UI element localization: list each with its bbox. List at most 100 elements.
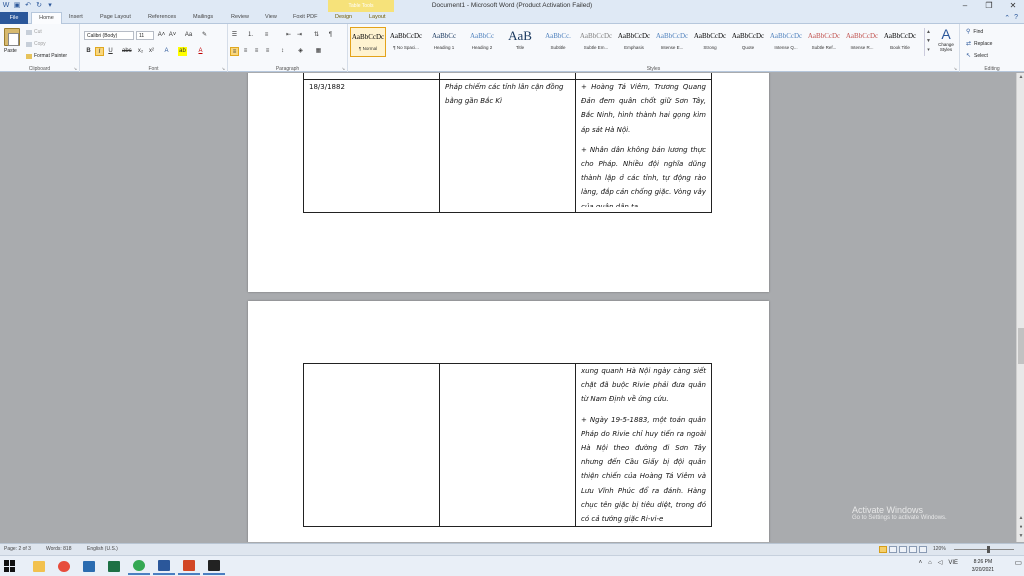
response-cell[interactable]: xung quanh Hà Nội ngày càng siết chặt đã…	[575, 362, 712, 528]
font-name-combo[interactable]: Calibri (Body)	[84, 31, 134, 40]
scroll-down-icon[interactable]: ▼	[1017, 532, 1024, 540]
superscript-icon[interactable]: x²	[147, 47, 156, 56]
tab-references[interactable]: References	[148, 14, 176, 20]
scroll-up-page-icon[interactable]: ▲	[1017, 514, 1024, 522]
taskbar-app-powerpoint[interactable]	[178, 558, 200, 575]
italic-icon[interactable]: I	[95, 47, 104, 56]
event-cell[interactable]: Pháp chiếm các tỉnh lân cận đồng bằng gầ…	[439, 79, 576, 213]
taskbar-app-excel[interactable]	[103, 558, 125, 575]
paste-button-label[interactable]: Paste	[4, 48, 17, 54]
word-count[interactable]: Words: 818	[46, 544, 71, 555]
tab-design[interactable]: Design	[335, 14, 352, 20]
web-layout-icon[interactable]	[899, 546, 907, 553]
tab-mailings[interactable]: Mailings	[193, 14, 213, 20]
style-item[interactable]: AaBbCcDc ¶ Normal	[350, 27, 386, 57]
multilevel-list-icon[interactable]: ≡	[262, 31, 271, 40]
history-table[interactable]: 18/3/1882 Pháp chiếm các tỉnh lân cận đồ…	[303, 73, 712, 213]
taskbar-app-sticky[interactable]	[203, 558, 225, 575]
tab-file[interactable]: File	[0, 12, 28, 24]
taskbar-app-mail[interactable]	[78, 558, 100, 575]
numbering-icon[interactable]: ⒈	[246, 31, 255, 40]
document-page[interactable]: xung quanh Hà Nội ngày càng siết chặt đã…	[248, 301, 769, 542]
change-styles-button[interactable]: A Change Styles	[934, 26, 958, 52]
highlight-icon[interactable]: ab	[178, 47, 187, 56]
style-item[interactable]: AaB Title	[502, 27, 538, 57]
decrease-indent-icon[interactable]: ⇤	[284, 31, 293, 40]
page-count[interactable]: Page: 2 of 3	[4, 544, 31, 555]
scrollbar-thumb[interactable]	[1018, 328, 1024, 364]
outline-view-icon[interactable]	[909, 546, 917, 553]
taskbar-app-chrome[interactable]	[53, 558, 75, 575]
increase-indent-icon[interactable]: ⇥	[295, 31, 304, 40]
text-effects-icon[interactable]: A	[162, 47, 171, 56]
tab-review[interactable]: Review	[231, 14, 249, 20]
align-center-icon[interactable]: ≡	[241, 47, 250, 56]
draft-view-icon[interactable]	[919, 546, 927, 553]
language-indicator[interactable]: English (U.S.)	[87, 544, 118, 555]
style-item[interactable]: AaBbCcDc Intense R...	[844, 27, 880, 57]
help-icon[interactable]: ?	[1014, 14, 1018, 22]
input-language[interactable]: VIE	[948, 560, 958, 566]
taskbar-app-file-explorer[interactable]	[28, 558, 50, 575]
font-size-combo[interactable]: 11	[136, 31, 154, 40]
strikethrough-icon[interactable]: abc	[122, 47, 132, 56]
replace-button[interactable]: ⇄ Replace	[966, 40, 992, 48]
tab-foxit-pdf[interactable]: Foxit PDF	[293, 14, 317, 20]
justify-icon[interactable]: ≡	[263, 47, 272, 56]
show-formatting-marks-icon[interactable]: ¶	[326, 31, 335, 40]
dialog-launcher-icon[interactable]: ↘	[74, 66, 77, 71]
paste-icon[interactable]	[4, 28, 20, 46]
minimize-button[interactable]: –	[960, 1, 970, 10]
borders-icon[interactable]: ▦	[314, 47, 323, 56]
style-item[interactable]: AaBbCc Heading 1	[426, 27, 462, 57]
clear-formatting-icon[interactable]: ✎	[200, 31, 209, 40]
dialog-launcher-icon[interactable]: ↘	[342, 66, 345, 71]
vertical-scrollbar[interactable]: ▲ ▲ ● ▼	[1016, 73, 1024, 542]
style-item[interactable]: AaBbCcDc Subtle Em...	[578, 27, 614, 57]
table-cell[interactable]	[303, 362, 440, 528]
tab-page-layout[interactable]: Page Layout	[100, 14, 131, 20]
date-cell[interactable]: 18/3/1882	[303, 79, 440, 213]
windows-start-icon[interactable]	[4, 560, 16, 572]
response-cell[interactable]: + Hoàng Tá Viêm, Trương Quang Đản đem qu…	[575, 79, 712, 213]
styles-gallery-scroll[interactable]: ▲ ▼ ▾	[924, 28, 932, 56]
style-item[interactable]: AaBbCcDc Emphasis	[616, 27, 652, 57]
tab-layout[interactable]: Layout	[369, 14, 386, 20]
document-page[interactable]: 18/3/1882 Pháp chiếm các tỉnh lân cận đồ…	[248, 73, 769, 292]
style-item[interactable]: AaBbCcDc ¶ No Spaci...	[388, 27, 424, 57]
clock[interactable]: 8:26 PM 3/20/2021	[972, 558, 994, 574]
print-layout-view-icon[interactable]	[879, 546, 887, 553]
style-item[interactable]: AaBbCc. Subtitle	[540, 27, 576, 57]
taskbar-app-word[interactable]	[153, 558, 175, 575]
tab-insert[interactable]: Insert	[69, 14, 83, 20]
style-item[interactable]: AaBbCcDc Intense Q...	[768, 27, 804, 57]
sort-icon[interactable]: ⇅	[312, 31, 321, 40]
document-canvas[interactable]: 18/3/1882 Pháp chiếm các tỉnh lân cận đồ…	[0, 73, 1016, 542]
font-color-icon[interactable]: A	[196, 47, 205, 56]
align-right-icon[interactable]: ≡	[252, 47, 261, 56]
line-spacing-icon[interactable]: ↕	[278, 47, 287, 56]
minimize-ribbon-icon[interactable]: ⌃	[1004, 14, 1010, 22]
format-painter-button[interactable]: Format Painter	[26, 53, 67, 59]
scroll-up-icon[interactable]: ▲	[1017, 73, 1024, 81]
subscript-icon[interactable]: x₂	[136, 47, 145, 56]
browse-object-icon[interactable]: ●	[1017, 523, 1024, 531]
zoom-slider-thumb[interactable]	[987, 546, 990, 553]
style-item[interactable]: AaBbCcDc Subtle Ref...	[806, 27, 842, 57]
bold-icon[interactable]: B	[84, 47, 93, 56]
zoom-slider[interactable]	[954, 549, 1014, 550]
bullets-icon[interactable]: ☰	[230, 31, 239, 40]
style-item[interactable]: AaBbCcDc Strong	[692, 27, 728, 57]
volume-icon[interactable]: ◁	[938, 559, 943, 566]
find-button[interactable]: ⚲ Find	[966, 28, 983, 36]
style-item[interactable]: AaBbCc Heading 2	[464, 27, 500, 57]
notifications-icon[interactable]: ▭	[1014, 558, 1022, 567]
history-table[interactable]: xung quanh Hà Nội ngày càng siết chặt đã…	[303, 362, 712, 528]
full-screen-reading-icon[interactable]	[889, 546, 897, 553]
restore-button[interactable]: ❐	[984, 1, 994, 10]
taskbar-app-chrome[interactable]	[128, 558, 150, 575]
align-left-icon[interactable]: ≡	[230, 47, 239, 56]
underline-icon[interactable]: U	[106, 47, 115, 56]
style-item[interactable]: AaBbCcDc Book Title	[882, 27, 918, 57]
cut-button[interactable]: Cut	[26, 29, 42, 35]
